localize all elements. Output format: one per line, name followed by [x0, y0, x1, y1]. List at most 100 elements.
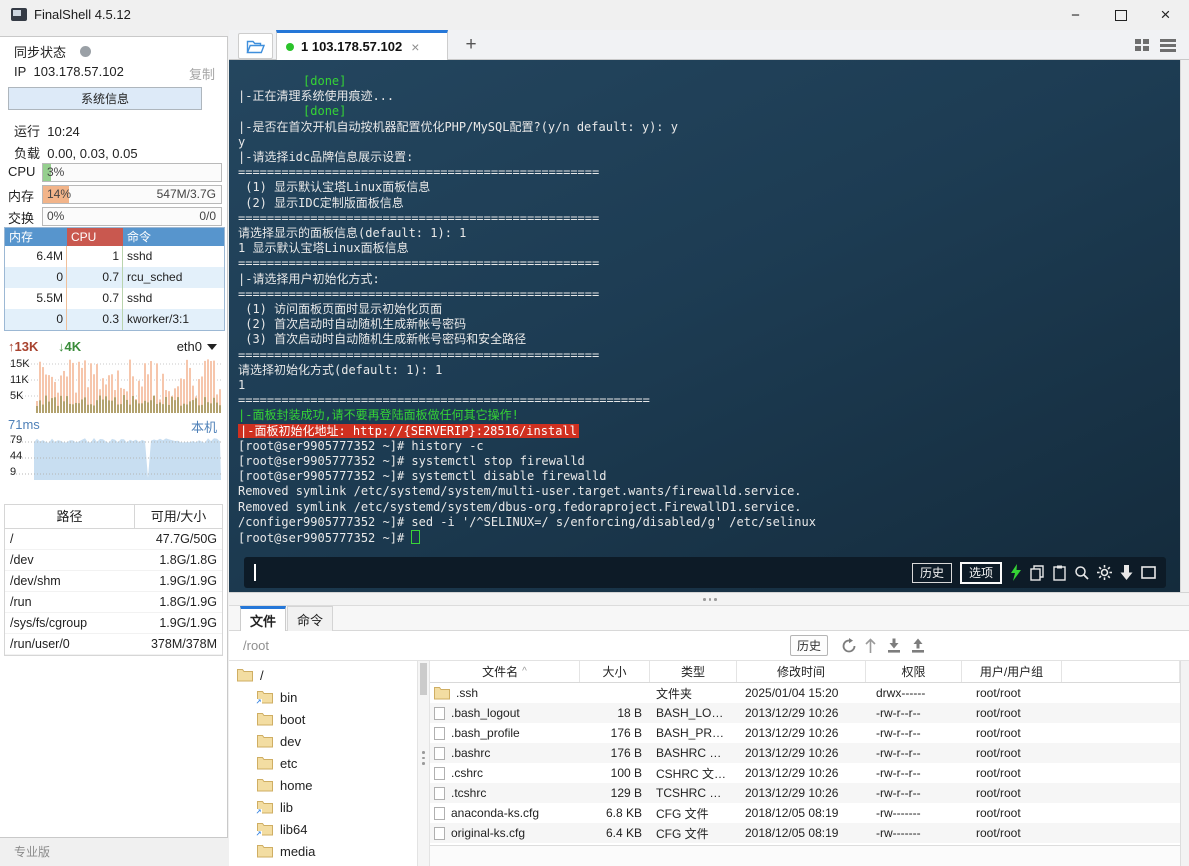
file-perm: -rw-------	[876, 806, 921, 820]
disk-col-header[interactable]: 可用/大小	[135, 505, 222, 528]
quick-command-icon[interactable]	[1010, 564, 1022, 581]
paste-icon[interactable]	[1053, 565, 1066, 581]
file-row-anaconda-ks.cfg[interactable]: anaconda-ks.cfg 6.8 KB CFG 文件 2018/12/05 08…	[430, 803, 1180, 823]
interface-selector[interactable]: eth0	[177, 339, 217, 354]
process-row[interactable]: 6.4M 1 sshd	[5, 246, 224, 267]
file-col-header[interactable]: 文件名 ^	[430, 661, 580, 682]
parent-directory-icon[interactable]	[864, 638, 877, 659]
minimize-button[interactable]: −	[1053, 0, 1098, 30]
terminal-input-bar[interactable]: 历史 选项	[244, 557, 1166, 588]
tree-item-lib[interactable]: ↗ lib	[255, 797, 293, 817]
gear-icon[interactable]	[1097, 565, 1112, 580]
process-row[interactable]: 0 0.7 rcu_sched	[5, 267, 224, 288]
new-tab-button[interactable]: +	[459, 32, 483, 58]
process-cpu: 0.3	[67, 309, 123, 330]
tree-item-bin[interactable]: ↗ bin	[255, 687, 298, 707]
tree-item-root[interactable]: /	[237, 665, 264, 685]
scroll-down-icon[interactable]	[1120, 565, 1133, 580]
terminal-line: (2) 显示IDC定制版面板信息	[238, 195, 404, 210]
process-mem: 0	[5, 267, 67, 288]
tab-commands[interactable]: 命令	[287, 606, 333, 631]
tree-item-lib64[interactable]: ↗ lib64	[255, 819, 307, 839]
terminal-options-button[interactable]: 选项	[959, 561, 1002, 584]
file-row-.bash_profile[interactable]: .bash_profile 176 B BASH_PR… 2013/12/29 10:…	[430, 723, 1180, 743]
ping-axis-label: 9	[10, 466, 17, 478]
file-row-.tcshrc[interactable]: .tcshrc 129 B TCSHRC … 2013/12/29 10:26 -rw-…	[430, 783, 1180, 803]
layout-grid-icon[interactable]	[1135, 39, 1149, 52]
window-title: FinalShell 4.5.12	[34, 7, 131, 22]
file-col-header[interactable]: 类型	[650, 661, 737, 682]
tree-item-dev[interactable]: dev	[257, 731, 301, 751]
net-axis-label: 5K	[10, 390, 24, 402]
tree-item-boot[interactable]: boot	[257, 709, 305, 729]
terminal-line: ========================================…	[238, 286, 600, 301]
file-row-original-ks.cfg[interactable]: original-ks.cfg 6.4 KB CFG 文件 2018/12/05 08…	[430, 823, 1180, 843]
file-col-header[interactable]: 大小	[580, 661, 650, 682]
app-icon	[11, 8, 27, 21]
fullscreen-icon[interactable]	[1141, 566, 1156, 579]
session-tab-title: 1 103.178.57.102	[301, 39, 403, 54]
file-row-.bashrc[interactable]: .bashrc 176 B BASHRC … 2013/12/29 10:26 -rw-…	[430, 743, 1180, 763]
folder-icon	[257, 844, 273, 858]
file-row-.bash_logout[interactable]: .bash_logout 18 B BASH_LO… 2013/12/29 10:26…	[430, 703, 1180, 723]
disk-row[interactable]: /dev 1.8G/1.8G	[5, 550, 222, 571]
horizontal-splitter[interactable]	[229, 592, 1189, 606]
folder-icon	[257, 734, 273, 748]
terminal-line: 1 显示默认宝塔Linux面板信息	[238, 241, 409, 256]
refresh-icon[interactable]	[841, 638, 857, 659]
tree-item-label: home	[280, 777, 313, 793]
tree-scrollbar-thumb[interactable]	[420, 663, 427, 695]
session-tab[interactable]: 1 103.178.57.102 ×	[276, 30, 448, 60]
terminal-history-button[interactable]: 历史	[911, 562, 952, 583]
disk-row[interactable]: /sys/fs/cgroup 1.9G/1.9G	[5, 613, 222, 634]
process-row[interactable]: 5.5M 0.7 sshd	[5, 288, 224, 309]
process-col-header[interactable]: 命令	[123, 228, 224, 246]
network-graph: 15K 11K 5K	[8, 357, 223, 415]
terminal[interactable]: [done] |-正在清理系统使用痕迹... [done] |-是否在首次开机自动按…	[229, 60, 1180, 592]
tab-files[interactable]: 文件	[240, 606, 286, 631]
process-col-header[interactable]: 内存	[5, 228, 67, 246]
file-row-.cshrc[interactable]: .cshrc 100 B CSHRC 文… 2013/12/29 10:26 -rw-r…	[430, 763, 1180, 783]
file-type: CSHRC 文…	[656, 766, 727, 781]
connection-manager-button[interactable]	[238, 33, 273, 59]
tree-item-home[interactable]: home	[257, 775, 313, 795]
tree-scrollbar[interactable]	[417, 661, 430, 866]
maximize-button[interactable]	[1098, 0, 1143, 30]
file-type: 文件夹	[656, 686, 693, 701]
upload-icon[interactable]	[910, 638, 926, 659]
terminal-line: |-面板初始化地址: http://{SERVERIP}:28516/insta…	[238, 423, 579, 438]
tree-item-media[interactable]: media	[257, 841, 315, 861]
file-col-header[interactable]: 用户/用户组	[962, 661, 1062, 682]
file-col-header[interactable]: 权限	[866, 661, 962, 682]
system-info-button[interactable]: 系统信息	[8, 87, 202, 110]
search-icon[interactable]	[1074, 565, 1089, 580]
copy-icon[interactable]	[1030, 564, 1045, 581]
sort-asc-icon: ^	[522, 666, 527, 677]
tab-close-icon[interactable]: ×	[411, 39, 419, 55]
disk-row[interactable]: /run/user/0 378M/378M	[5, 634, 222, 655]
disk-row[interactable]: /run 1.8G/1.9G	[5, 592, 222, 613]
disk-row[interactable]: / 47.7G/50G	[5, 529, 222, 550]
process-row[interactable]: 0 0.3 kworker/3:1	[5, 309, 224, 330]
edition-label: 专业版	[14, 845, 51, 859]
close-button[interactable]: ×	[1143, 0, 1188, 30]
download-icon[interactable]	[886, 638, 902, 659]
disk-col-header[interactable]: 路径	[5, 505, 135, 528]
process-col-header[interactable]: CPU	[67, 228, 123, 246]
tree-item-etc[interactable]: etc	[257, 753, 297, 773]
copy-ip-button[interactable]: 复制	[189, 64, 215, 83]
path-input[interactable]: /root	[243, 631, 269, 660]
swap-detail: 0/0	[199, 209, 216, 223]
file-col-header[interactable]: 修改时间	[737, 661, 866, 682]
file-table-hscroll[interactable]	[430, 845, 1180, 866]
terminal-line: Removed symlink /etc/systemd/system/mult…	[238, 484, 802, 499]
process-mem: 6.4M	[5, 246, 67, 267]
path-history-button[interactable]: 历史	[790, 635, 828, 656]
disk-row[interactable]: /dev/shm 1.9G/1.9G	[5, 571, 222, 592]
terminal-scrollbar[interactable]	[1180, 60, 1189, 592]
process-cmd: rcu_sched	[127, 270, 183, 284]
file-row-.ssh[interactable]: .ssh 文件夹 2025/01/04 15:20 drwx------ root/ro…	[430, 683, 1180, 703]
tree-item-label: bin	[280, 689, 298, 705]
file-table-vscroll[interactable]	[1180, 661, 1189, 866]
hamburger-menu-icon[interactable]	[1160, 39, 1176, 52]
